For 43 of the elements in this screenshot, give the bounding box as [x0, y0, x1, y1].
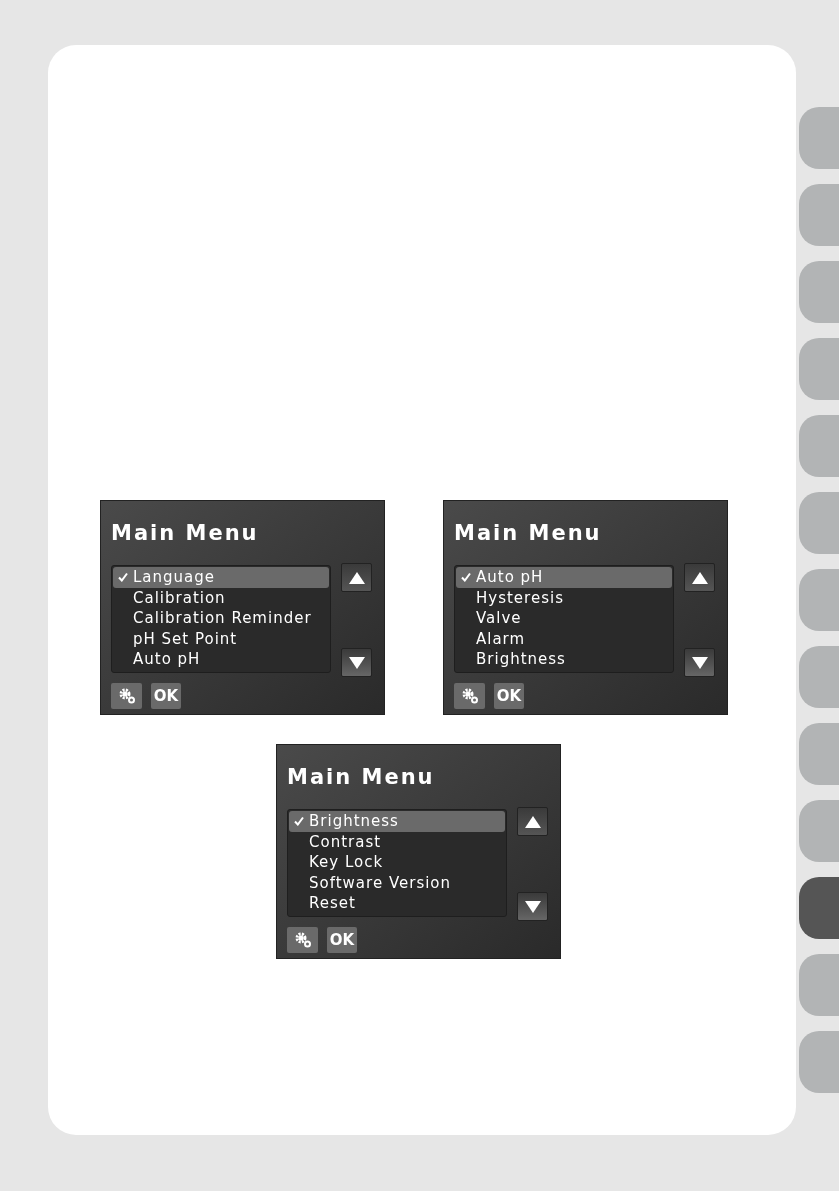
menu-item[interactable]: Software Version — [289, 872, 505, 893]
menu-item[interactable]: Valve — [456, 608, 672, 629]
menu-item[interactable]: Language — [113, 567, 329, 588]
menu-item[interactable]: pH Set Point — [113, 628, 329, 649]
menu-item[interactable]: Brightness — [456, 649, 672, 670]
menu-item[interactable]: Hysteresis — [456, 587, 672, 608]
check-icon — [461, 572, 471, 583]
scroll-down-button[interactable] — [517, 892, 548, 921]
settings-icon — [460, 688, 479, 704]
ok-button[interactable]: OK — [151, 683, 181, 709]
scroll-down-button[interactable] — [341, 648, 372, 677]
screen-title: Main Menu — [111, 520, 259, 547]
menu-item[interactable]: Auto pH — [113, 649, 329, 670]
settings-button[interactable] — [287, 927, 318, 953]
scroll-up-button[interactable] — [517, 807, 548, 836]
up-triangle-icon — [524, 815, 541, 828]
scroll-up-button[interactable] — [341, 563, 372, 592]
up-triangle-icon — [691, 571, 708, 584]
settings-icon — [293, 932, 312, 948]
down-triangle-icon — [691, 656, 708, 669]
menu-item[interactable]: Calibration Reminder — [113, 608, 329, 629]
down-triangle-icon — [524, 900, 541, 913]
scroll-up-button[interactable] — [684, 563, 715, 592]
screen-title: Main Menu — [287, 764, 435, 791]
ok-button[interactable]: OK — [327, 927, 357, 953]
chapter-tab[interactable] — [799, 877, 839, 939]
menu-item[interactable]: Brightness — [289, 811, 505, 832]
menu-item[interactable]: Alarm — [456, 628, 672, 649]
settings-button[interactable] — [454, 683, 485, 709]
menu-item[interactable]: Calibration — [113, 587, 329, 608]
check-icon — [294, 816, 304, 827]
menu-item[interactable]: Key Lock — [289, 852, 505, 873]
settings-button[interactable] — [111, 683, 142, 709]
menu-item[interactable]: Auto pH — [456, 567, 672, 588]
down-triangle-icon — [348, 656, 365, 669]
menu-item[interactable]: Contrast — [289, 831, 505, 852]
ok-button[interactable]: OK — [494, 683, 524, 709]
up-triangle-icon — [348, 571, 365, 584]
screen-title: Main Menu — [454, 520, 602, 547]
scroll-down-button[interactable] — [684, 648, 715, 677]
check-icon — [118, 572, 128, 583]
settings-icon — [117, 688, 136, 704]
menu-item[interactable]: Reset — [289, 893, 505, 914]
